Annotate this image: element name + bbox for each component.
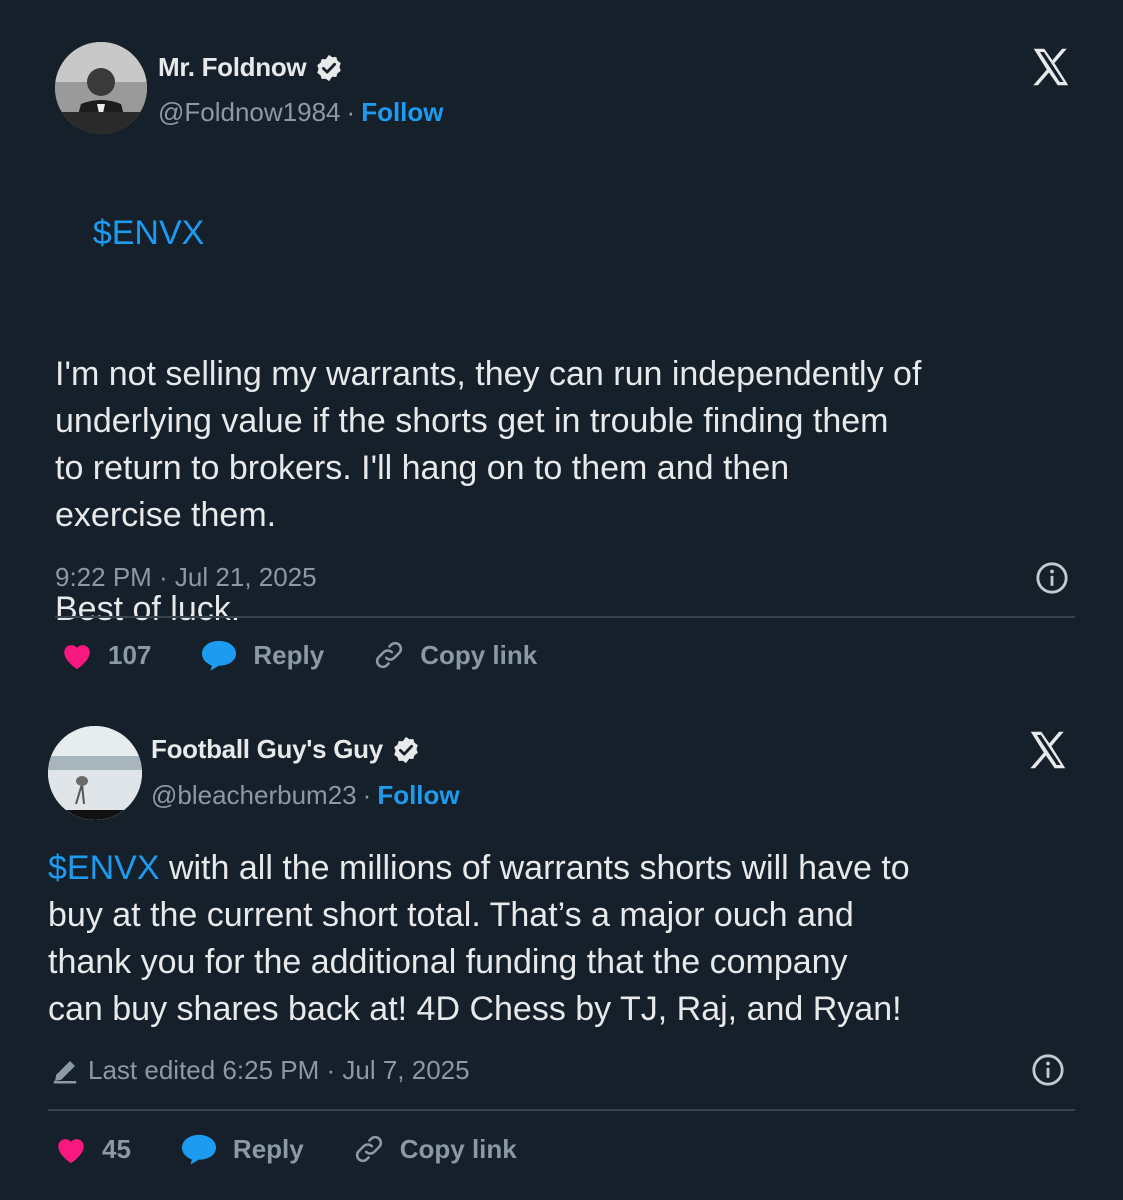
divider	[48, 1109, 1075, 1111]
x-logo-icon[interactable]	[1025, 727, 1071, 773]
handle[interactable]: @Foldnow1984	[158, 97, 341, 128]
timestamp-row: Last edited 6:25 PM · Jul 7, 2025	[50, 1055, 470, 1086]
reply-label: Reply	[232, 1133, 304, 1164]
copy-link-label: Copy link	[399, 1133, 517, 1164]
like-button[interactable]: 107	[60, 639, 151, 671]
like-count: 107	[108, 639, 152, 670]
x-logo-icon[interactable]	[1028, 44, 1074, 90]
like-button[interactable]: 45	[54, 1133, 131, 1165]
heart-icon	[58, 1139, 84, 1164]
link-icon	[376, 641, 403, 669]
heart-icon	[64, 645, 90, 670]
tweet-card-2: Football Guy's Guy @bleacherbum23 · Foll…	[0, 700, 1123, 1200]
copy-link-label: Copy link	[420, 639, 538, 670]
author-name-row: Football Guy's Guy	[151, 734, 421, 765]
info-icon[interactable]	[1031, 1053, 1065, 1087]
avatar[interactable]	[48, 726, 142, 820]
like-count: 45	[102, 1133, 131, 1164]
tweet-body: $ENVX with all the millions of warrants …	[48, 845, 1088, 1033]
pencil-icon	[53, 1060, 77, 1083]
follow-button[interactable]: Follow	[361, 97, 443, 128]
verified-badge-icon	[394, 736, 418, 763]
verified-badge-icon	[317, 54, 342, 81]
handle-row: @bleacherbum23 · Follow	[151, 780, 460, 811]
tweet-card-1: Mr. Foldnow @Foldnow1984 · Follow $ENVX …	[0, 0, 1123, 700]
reply-bubble-icon	[181, 1134, 216, 1165]
display-name[interactable]: Football Guy's Guy	[151, 734, 383, 765]
reply-button[interactable]: Reply	[199, 638, 324, 672]
display-name[interactable]: Mr. Foldnow	[158, 52, 307, 83]
reply-bubble-icon	[202, 640, 237, 671]
info-icon[interactable]	[1035, 561, 1069, 595]
link-icon	[355, 1135, 382, 1163]
reply-label: Reply	[253, 639, 325, 670]
divider	[55, 616, 1075, 618]
handle[interactable]: @bleacherbum23	[151, 780, 357, 811]
action-bar: 45 Reply Copy link	[54, 1132, 565, 1166]
author-name-row: Mr. Foldnow	[158, 52, 344, 83]
timestamp[interactable]: 9:22 PM · Jul 21, 2025	[55, 562, 317, 593]
timestamp[interactable]: Last edited 6:25 PM · Jul 7, 2025	[88, 1055, 470, 1086]
separator: ·	[362, 780, 372, 810]
handle-row: @Foldnow1984 · Follow	[158, 97, 444, 128]
avatar[interactable]	[55, 42, 147, 134]
reply-button[interactable]: Reply	[179, 1132, 304, 1166]
separator: ·	[346, 97, 356, 127]
cashtag-link[interactable]: $ENVX	[93, 214, 205, 252]
timestamp-row: 9:22 PM · Jul 21, 2025	[55, 562, 317, 593]
cashtag-link[interactable]: $ENVX	[48, 849, 160, 887]
tweet-body-text: with all the millions of warrants shorts…	[48, 849, 910, 1028]
copy-link-button[interactable]: Copy link	[372, 638, 537, 672]
action-bar: 107 Reply Copy link	[60, 638, 585, 672]
follow-button[interactable]: Follow	[377, 780, 459, 811]
copy-link-button[interactable]: Copy link	[352, 1132, 517, 1166]
